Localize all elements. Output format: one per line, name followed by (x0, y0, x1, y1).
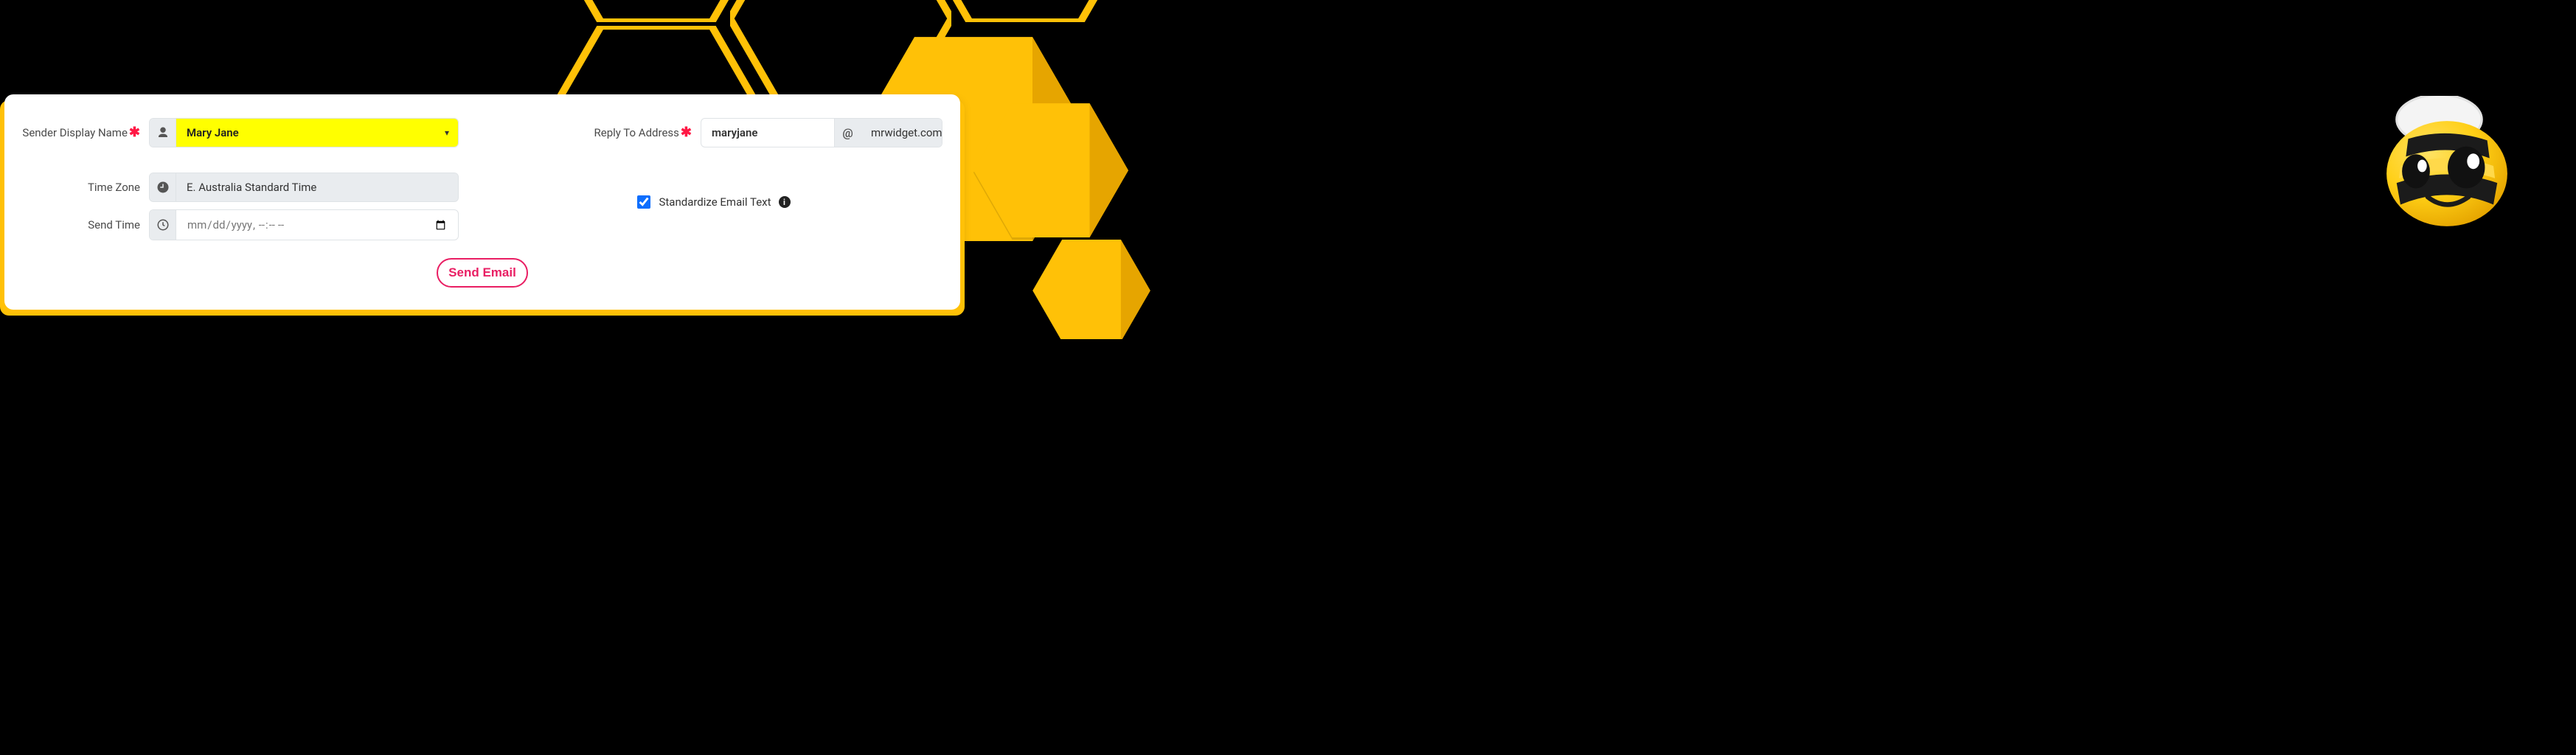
clock-icon (150, 173, 176, 201)
standardize-email-text-checkbox[interactable]: Standardize Email Text i (634, 193, 790, 211)
person-icon (150, 119, 176, 147)
time-zone-value: E. Australia Standard Time (176, 173, 458, 201)
time-zone-label: Time Zone (22, 181, 140, 194)
honeycomb-cell (914, 0, 1136, 22)
left-column: Time Zone E. Australia Standard Time Sen… (22, 173, 459, 240)
stage: Sender Display Name✱ Mary Jane ▾ Reply (0, 0, 2576, 339)
time-zone-field: Time Zone E. Australia Standard Time (22, 173, 459, 202)
standardize-email-text-input[interactable] (637, 195, 650, 209)
reply-to-input-group: @ mrwidget.com.au (701, 118, 942, 147)
reply-to-local-part-input[interactable] (701, 119, 834, 147)
send-time-field: Send Time (22, 209, 459, 240)
reply-to-label: Reply To Address✱ (589, 126, 692, 139)
send-time-label: Send Time (22, 218, 140, 232)
bee-mascot (2370, 96, 2524, 236)
required-asterisk: ✱ (129, 125, 140, 140)
reply-to-domain: mrwidget.com.au (861, 119, 942, 147)
send-time-input[interactable] (176, 210, 458, 240)
at-icon: @ (834, 119, 861, 147)
form-row-1: Sender Display Name✱ Mary Jane ▾ Reply (22, 118, 942, 147)
form-row-2: Time Zone E. Australia Standard Time Sen… (22, 173, 942, 240)
button-row: Send Email (22, 258, 942, 288)
right-column: Standardize Email Text i (482, 173, 942, 232)
sender-display-name-input-group: Mary Jane ▾ (149, 118, 459, 147)
standardize-email-text-label: Standardize Email Text (659, 195, 771, 209)
info-icon[interactable]: i (779, 196, 791, 208)
sender-display-name-field: Sender Display Name✱ Mary Jane ▾ (22, 118, 459, 147)
honeycomb-cell-solid (973, 103, 1128, 237)
email-settings-panel: Sender Display Name✱ Mary Jane ▾ Reply (4, 94, 960, 310)
sender-display-name-label: Sender Display Name✱ (22, 126, 140, 139)
clock-outline-icon (150, 210, 176, 240)
sender-display-name-select[interactable]: Mary Jane (176, 119, 458, 147)
send-time-input-group (149, 209, 459, 240)
honeycomb-cell-solid (1032, 240, 1150, 339)
reply-to-field: Reply To Address✱ @ mrwidget.com.au (589, 118, 942, 147)
send-email-button[interactable]: Send Email (437, 258, 528, 288)
required-asterisk: ✱ (681, 125, 692, 140)
time-zone-input-group: E. Australia Standard Time (149, 173, 459, 202)
